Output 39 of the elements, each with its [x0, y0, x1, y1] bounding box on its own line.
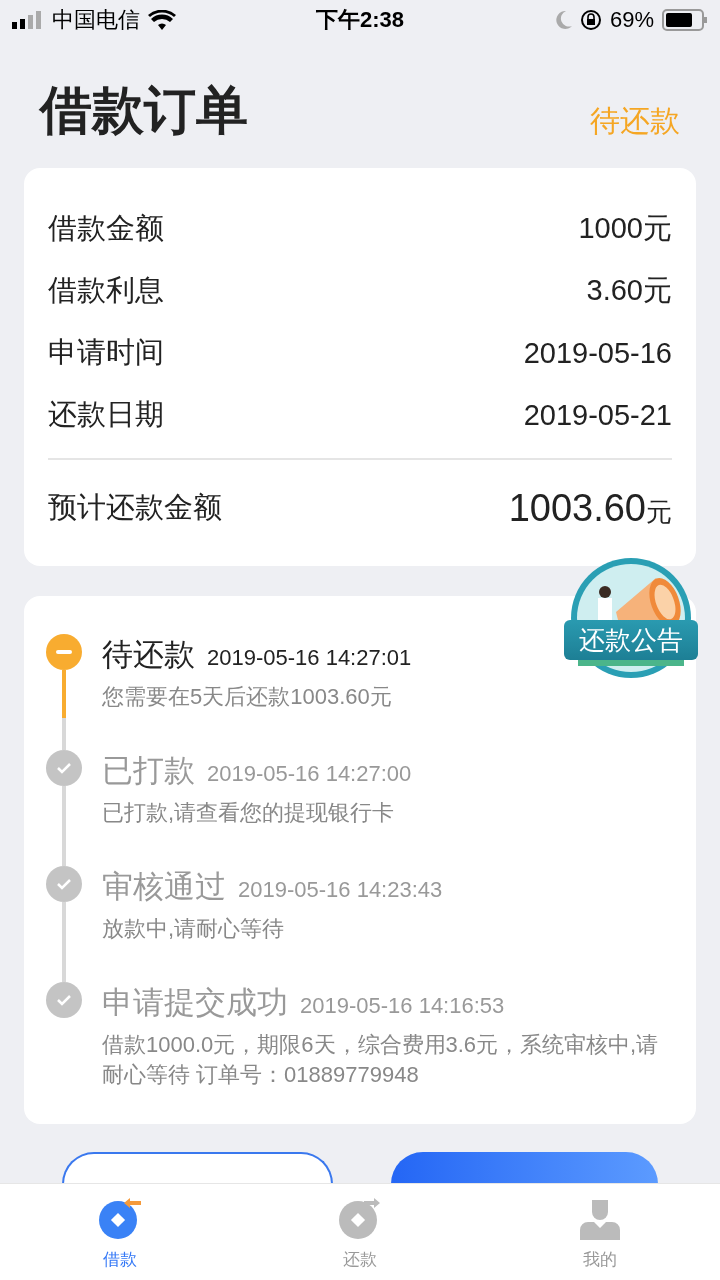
clock: 下午2:38	[316, 6, 405, 34]
page-title: 借款订单	[40, 80, 248, 141]
field-label: 借款利息	[48, 273, 164, 308]
battery-icon	[662, 9, 708, 31]
field-value: 3.60元	[586, 273, 672, 308]
total-amount: 1003.60	[508, 486, 646, 529]
wifi-icon	[148, 10, 176, 30]
field-label: 还款日期	[48, 397, 164, 432]
step-detail: 您需要在5天后还款1003.60元	[102, 683, 393, 711]
step-time: 2019-05-16 14:27:00	[207, 761, 412, 787]
step-time: 2019-05-16 14:27:01	[207, 645, 412, 671]
step-title: 审核通过	[102, 868, 226, 906]
coin-icon	[98, 1196, 142, 1240]
carrier: 中国电信	[52, 6, 140, 34]
battery-percent: 69%	[609, 7, 654, 33]
step-detail: 借款1000.0元，期限6天，综合费用3.6元，系统审核中,请耐心等待 订单号：01889779948	[102, 1031, 660, 1089]
tab[interactable]: 我的	[480, 1184, 720, 1280]
step-time: 2019-05-16 14:16:53	[300, 993, 505, 1019]
coin-icon	[338, 1196, 382, 1240]
currency-unit: 元	[646, 496, 672, 527]
field-label: 申请时间	[48, 335, 164, 370]
signal-icon	[12, 11, 44, 29]
field-value: 1000元	[578, 211, 672, 246]
tab[interactable]: 还款	[240, 1184, 480, 1280]
step-time: 2019-05-16 14:23:43	[238, 877, 443, 903]
notice-label[interactable]: 还款公告	[564, 620, 698, 660]
tab[interactable]: 借款	[0, 1184, 240, 1280]
step-title: 待还款	[102, 636, 195, 674]
step-title: 已打款	[102, 752, 195, 790]
field-value: 2019-05-21	[523, 398, 672, 432]
total-label: 预计还款金额	[48, 490, 222, 525]
moon-icon	[553, 10, 572, 30]
order-status: 待还款	[590, 103, 680, 139]
field-value: 2019-05-16	[523, 336, 672, 370]
step-detail: 已打款,请查看您的提现银行卡	[102, 799, 396, 827]
rotation-lock-icon	[579, 9, 602, 31]
step-title: 申请提交成功	[102, 984, 288, 1022]
field-label: 借款金额	[48, 211, 164, 246]
step-detail: 放款中,请耐心等待	[102, 915, 286, 943]
